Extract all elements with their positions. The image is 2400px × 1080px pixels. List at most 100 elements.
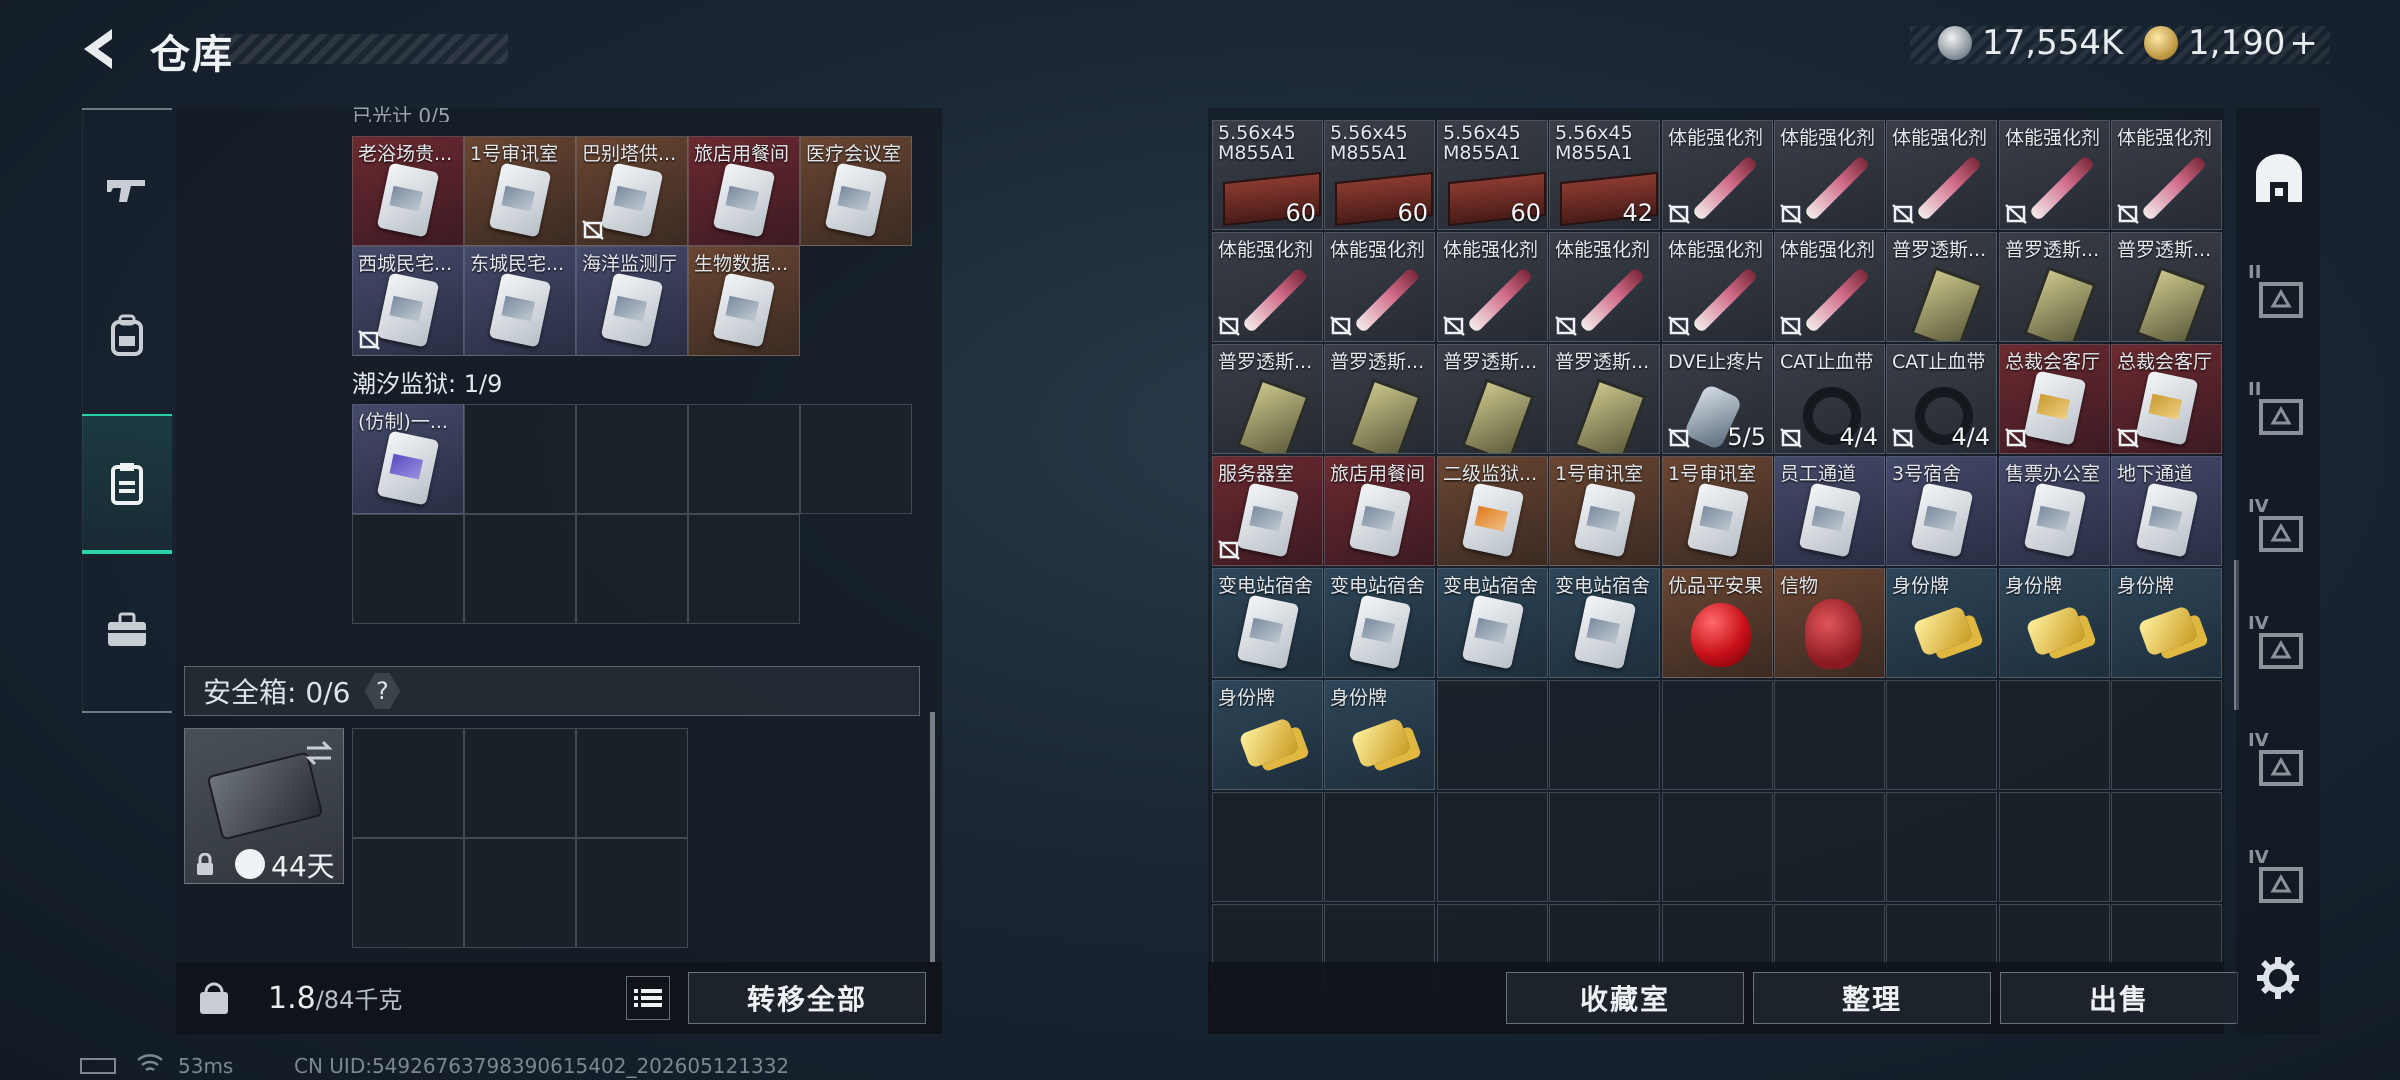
empty-slot[interactable] — [800, 404, 912, 514]
inventory-item[interactable]: 普罗透斯... — [1324, 344, 1435, 454]
inventory-item[interactable]: 普罗透斯... — [1212, 344, 1323, 454]
transfer-all-button[interactable]: 转移全部 — [688, 972, 926, 1024]
empty-slot[interactable] — [1662, 792, 1773, 902]
inventory-item[interactable]: 5.56x45 M855A1 60 — [1212, 120, 1323, 230]
inventory-item[interactable]: 体能强化剂 — [2111, 120, 2222, 230]
inventory-item[interactable]: CAT止血带 4/4 — [1886, 344, 1997, 454]
add-currency-button[interactable]: + — [2289, 23, 2318, 63]
inventory-item[interactable]: 5.56x45 M855A1 60 — [1437, 120, 1548, 230]
storage-expansion-tab[interactable]: IV — [2246, 847, 2312, 913]
empty-slot[interactable] — [1437, 680, 1548, 790]
inventory-item[interactable]: 东城民宅... — [464, 246, 576, 356]
inventory-item[interactable]: 总裁会客厅 — [2111, 344, 2222, 454]
inventory-item[interactable]: 体能强化剂 — [1774, 232, 1885, 342]
inventory-item[interactable]: 身份牌 — [2111, 568, 2222, 678]
inventory-item[interactable]: 二级监狱... — [1437, 456, 1548, 566]
inventory-item[interactable]: 1号审讯室 — [1549, 456, 1660, 566]
back-arrow-icon[interactable] — [78, 25, 122, 73]
collection-room-button[interactable]: 收藏室 — [1506, 972, 1744, 1024]
main-storage-tab[interactable] — [2246, 146, 2312, 212]
storage-expansion-tab[interactable]: II — [2246, 379, 2312, 445]
empty-slot[interactable] — [688, 514, 800, 624]
settings-gear-icon[interactable] — [2256, 956, 2300, 1000]
inventory-item[interactable]: 体能强化剂 — [1886, 120, 1997, 230]
inventory-item[interactable]: 普罗透斯... — [1549, 344, 1660, 454]
nav-warehouse[interactable] — [82, 414, 172, 554]
empty-slot[interactable] — [2111, 792, 2222, 902]
empty-slot[interactable] — [1549, 680, 1660, 790]
help-icon[interactable]: ? — [364, 673, 401, 709]
inventory-item[interactable]: 老浴场贵... — [352, 136, 464, 246]
inventory-item[interactable]: 员工通道 — [1774, 456, 1885, 566]
inventory-item[interactable]: DVE止疼片 5/5 — [1662, 344, 1773, 454]
empty-slot[interactable] — [2111, 680, 2222, 790]
inventory-item[interactable]: 巴别塔供... — [576, 136, 688, 246]
empty-slot[interactable] — [464, 838, 576, 948]
inventory-item[interactable]: CAT止血带 4/4 — [1774, 344, 1885, 454]
nav-gear[interactable] — [82, 276, 172, 396]
inventory-item[interactable]: 变电站宿舍 — [1549, 568, 1660, 678]
empty-slot[interactable] — [464, 728, 576, 838]
swap-icon[interactable] — [303, 739, 335, 767]
empty-slot[interactable] — [1549, 792, 1660, 902]
empty-slot[interactable] — [464, 514, 576, 624]
inventory-item[interactable]: 地下通道 — [2111, 456, 2222, 566]
inventory-item[interactable]: 体能强化剂 — [1662, 120, 1773, 230]
empty-slot[interactable] — [1774, 792, 1885, 902]
inventory-item[interactable]: 5.56x45 M855A1 42 — [1549, 120, 1660, 230]
empty-slot[interactable] — [1999, 792, 2110, 902]
empty-slot[interactable] — [576, 404, 688, 514]
inventory-item[interactable]: 体能强化剂 — [1999, 120, 2110, 230]
storage-expansion-tab[interactable]: IV — [2246, 613, 2312, 679]
inventory-item[interactable]: 旅店用餐间 — [1324, 456, 1435, 566]
left-scrollbar[interactable] — [930, 712, 935, 962]
empty-slot[interactable] — [576, 728, 688, 838]
inventory-item[interactable]: 身份牌 — [1212, 680, 1323, 790]
safebox-slot[interactable]: 44天 — [184, 728, 344, 884]
empty-slot[interactable] — [352, 838, 464, 948]
empty-slot[interactable] — [352, 728, 464, 838]
inventory-item[interactable]: 医疗会议室 — [800, 136, 912, 246]
empty-slot[interactable] — [576, 838, 688, 948]
inventory-item[interactable]: 西城民宅... — [352, 246, 464, 356]
empty-slot[interactable] — [352, 514, 464, 624]
empty-slot[interactable] — [1437, 792, 1548, 902]
inventory-item[interactable]: 体能强化剂 — [1212, 232, 1323, 342]
inventory-item[interactable]: 体能强化剂 — [1662, 232, 1773, 342]
inventory-item[interactable]: 变电站宿舍 — [1324, 568, 1435, 678]
inventory-item[interactable]: 普罗透斯... — [1437, 344, 1548, 454]
inventory-item[interactable]: 1号审讯室 — [464, 136, 576, 246]
inventory-item[interactable]: 体能强化剂 — [1549, 232, 1660, 342]
inventory-item[interactable]: 优品平安果 — [1662, 568, 1773, 678]
inventory-item[interactable]: 信物 — [1774, 568, 1885, 678]
gold-currency[interactable]: 1,190 + — [2144, 22, 2318, 64]
storage-expansion-tab[interactable]: II — [2246, 262, 2312, 328]
inventory-item[interactable]: 体能强化剂 — [1324, 232, 1435, 342]
inventory-item[interactable]: 生物数据... — [688, 246, 800, 356]
inventory-item[interactable]: 普罗透斯... — [1999, 232, 2110, 342]
sell-button[interactable]: 出售 — [2000, 972, 2238, 1024]
inventory-item[interactable]: 旅店用餐间 — [688, 136, 800, 246]
empty-slot[interactable] — [1212, 792, 1323, 902]
empty-slot[interactable] — [464, 404, 576, 514]
empty-slot[interactable] — [1886, 792, 1997, 902]
list-view-button[interactable] — [626, 976, 670, 1020]
storage-expansion-tab[interactable]: IV — [2246, 496, 2312, 562]
empty-slot[interactable] — [576, 514, 688, 624]
empty-slot[interactable] — [1324, 792, 1435, 902]
storage-expansion-tab[interactable]: IV — [2246, 730, 2312, 796]
inventory-item[interactable]: 3号宿舍 — [1886, 456, 1997, 566]
inventory-item[interactable]: 总裁会客厅 — [1999, 344, 2110, 454]
inventory-item[interactable]: 身份牌 — [1999, 568, 2110, 678]
inventory-item[interactable]: 变电站宿舍 — [1437, 568, 1548, 678]
inventory-item[interactable]: 体能强化剂 — [1437, 232, 1548, 342]
empty-slot[interactable] — [688, 404, 800, 514]
empty-slot[interactable] — [1662, 680, 1773, 790]
inventory-item[interactable]: 身份牌 — [1886, 568, 1997, 678]
inventory-item[interactable]: 普罗透斯... — [1886, 232, 1997, 342]
inventory-item[interactable]: (仿制)一... — [352, 404, 464, 514]
inventory-item[interactable]: 1号审讯室 — [1662, 456, 1773, 566]
inventory-item[interactable]: 普罗透斯... — [2111, 232, 2222, 342]
nav-toolbox[interactable] — [82, 570, 172, 690]
empty-slot[interactable] — [1886, 680, 1997, 790]
